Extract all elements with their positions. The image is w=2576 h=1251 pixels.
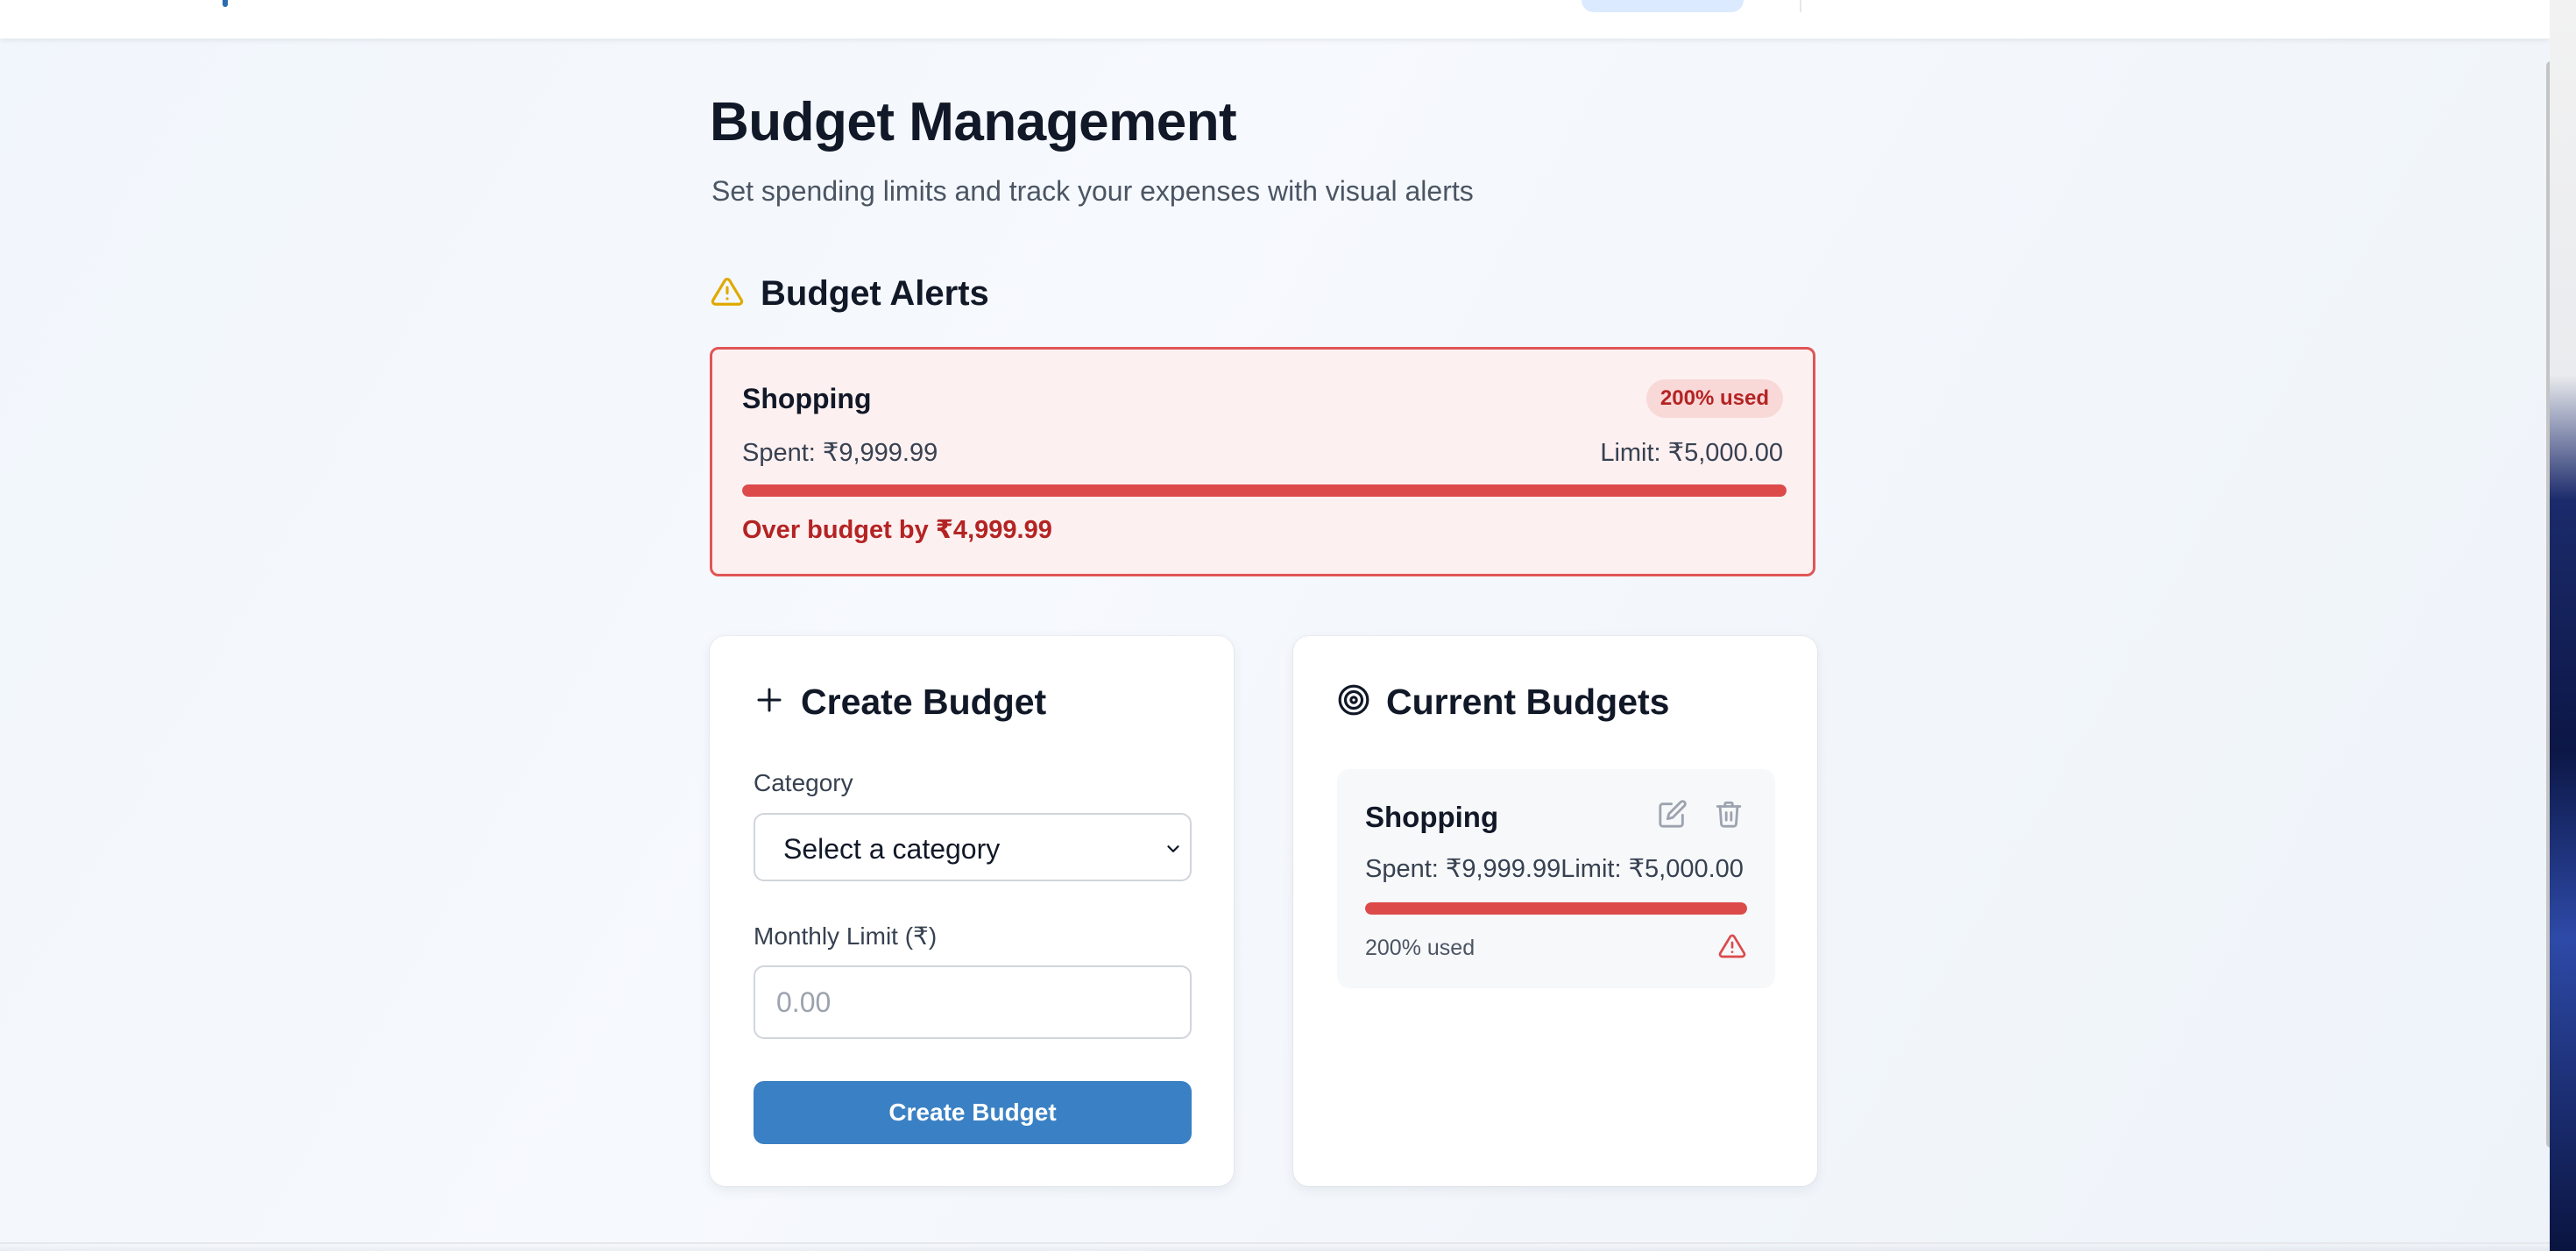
budget-usage-text: 200% used bbox=[1365, 936, 1476, 960]
top-navbar bbox=[0, 0, 2550, 39]
edit-icon[interactable] bbox=[1658, 799, 1688, 829]
create-budget-button[interactable]: Create Budget bbox=[754, 1081, 1192, 1144]
warning-triangle-icon bbox=[710, 275, 745, 313]
plus-icon bbox=[754, 684, 785, 720]
usage-badge: 200% used bbox=[1645, 379, 1783, 418]
create-budget-panel: Create Budget Category Select a category… bbox=[710, 636, 1234, 1186]
page-subtitle: Set spending limits and track your expen… bbox=[711, 175, 1474, 207]
target-icon bbox=[1337, 683, 1370, 721]
current-budgets-panel: Current Budgets Shopping Spent: ₹9,999.9… bbox=[1293, 636, 1817, 1186]
alert-progress-bar bbox=[742, 484, 1787, 497]
budget-alert-card: Shopping 200% used Spent: ₹9,999.99 Limi… bbox=[710, 347, 1815, 576]
alert-progress-fill bbox=[742, 484, 1787, 497]
page-title: Budget Management bbox=[710, 92, 1237, 152]
over-budget-message: Over budget by ₹4,999.99 bbox=[742, 516, 1052, 544]
alert-category: Shopping bbox=[742, 383, 872, 414]
budget-category: Shopping bbox=[1365, 801, 1499, 833]
nav-divider bbox=[1800, 0, 1801, 12]
warning-triangle-icon bbox=[1717, 932, 1747, 965]
logo[interactable] bbox=[223, 0, 228, 7]
category-label: Category bbox=[754, 769, 853, 796]
budget-list-item: Shopping Spent: ₹9,999.99Limit: ₹5,000.0… bbox=[1337, 769, 1775, 988]
monthly-limit-input[interactable] bbox=[754, 965, 1192, 1039]
footer-edge bbox=[0, 1242, 2550, 1251]
budget-progress-fill bbox=[1365, 902, 1747, 915]
chevron-down-icon bbox=[1164, 839, 1183, 863]
monthly-limit-label: Monthly Limit (₹) bbox=[754, 922, 938, 950]
create-budget-heading: Create Budget bbox=[801, 682, 1047, 722]
category-select[interactable]: Select a category bbox=[754, 813, 1192, 881]
page: Budget Management Set spending limits an… bbox=[0, 0, 2550, 1251]
budget-amounts: Spent: ₹9,999.99Limit: ₹5,000.00 bbox=[1365, 855, 1744, 883]
alert-spent: Spent: ₹9,999.99 bbox=[742, 439, 938, 467]
create-budget-header: Create Budget bbox=[754, 682, 1046, 723]
budget-progress-bar bbox=[1365, 902, 1747, 915]
current-budgets-heading: Current Budgets bbox=[1386, 682, 1670, 722]
current-budgets-header: Current Budgets bbox=[1337, 682, 1669, 723]
trash-icon[interactable] bbox=[1714, 799, 1744, 829]
alert-limit: Limit: ₹5,000.00 bbox=[1600, 439, 1783, 467]
budget-alerts-header: Budget Alerts bbox=[710, 272, 989, 315]
nav-active-item[interactable] bbox=[1582, 0, 1744, 12]
budget-actions bbox=[1658, 799, 1744, 829]
desktop-background bbox=[2550, 0, 2576, 1251]
budget-alerts-heading: Budget Alerts bbox=[761, 273, 989, 313]
category-select-value: Select a category bbox=[783, 833, 1001, 865]
